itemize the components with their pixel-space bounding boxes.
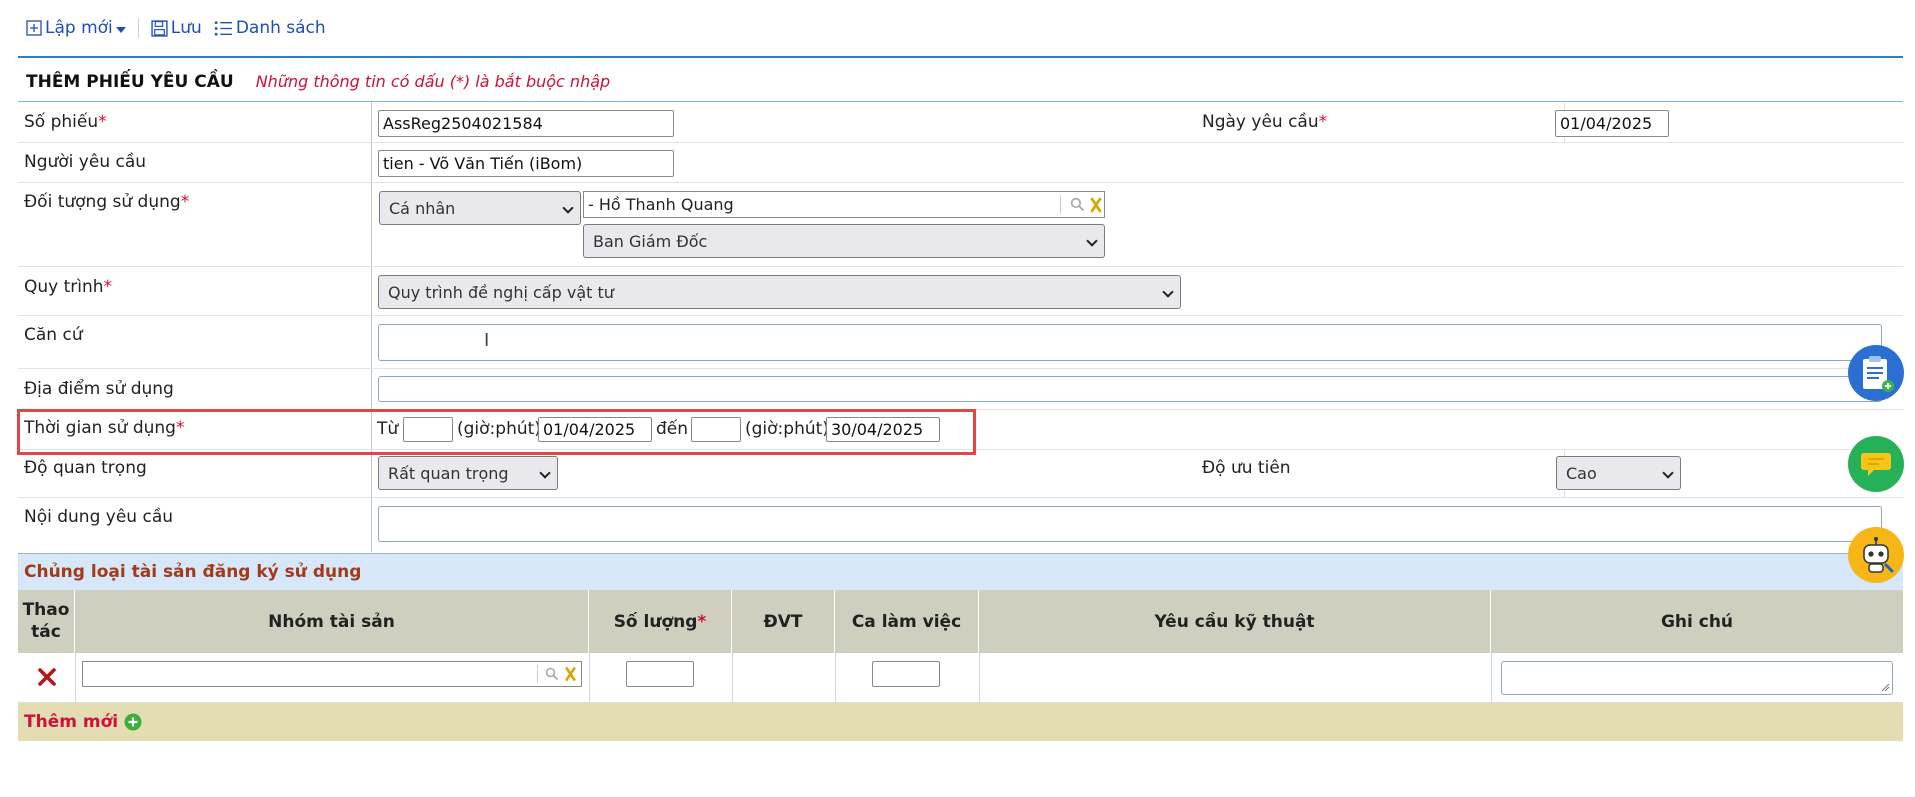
chat-widget[interactable] xyxy=(1848,436,1904,492)
col-qty: Số lượng * xyxy=(589,590,732,653)
save-icon xyxy=(151,19,168,37)
plus-square-icon xyxy=(26,20,42,36)
content-label: Nội dung yêu cầu xyxy=(24,507,174,527)
robot-widget[interactable] xyxy=(1848,527,1904,583)
ticket-no-label: Số phiếu* xyxy=(24,112,107,132)
table-row xyxy=(18,653,1903,703)
form-header: THÊM PHIẾU YÊU CẦU Những thông tin có dấ… xyxy=(18,62,1903,102)
row-process: Quy trình* Quy trình đề nghị cấp vật tư xyxy=(18,267,1903,316)
save-button[interactable]: Lưu xyxy=(151,18,202,38)
person-value: - Hồ Thanh Quang xyxy=(588,195,734,214)
new-button[interactable]: Lập mới xyxy=(26,18,126,38)
col-group: Nhóm tài sản xyxy=(75,590,589,653)
row-user-object: Đối tượng sử dụng* Cá nhân - Hồ Thanh Qu… xyxy=(18,183,1903,267)
col-tech: Yêu cầu kỹ thuật xyxy=(979,590,1491,653)
user-type-select[interactable]: Cá nhân xyxy=(379,191,581,225)
process-select[interactable]: Quy trình đề nghị cấp vật tư xyxy=(378,275,1181,309)
importance-select[interactable]: Rất quan trọng xyxy=(378,456,558,490)
row-requester: Người yêu cầu xyxy=(18,143,1903,183)
department-value: Ban Giám Đốc xyxy=(593,231,708,251)
shift-field[interactable] xyxy=(872,661,940,687)
toolbar: Lập mới Lưu Danh sách xyxy=(26,14,326,42)
robot-icon xyxy=(1863,537,1894,573)
asset-table-header: Thao tác Nhóm tài sản Số lượng * ĐVT Ca l… xyxy=(18,590,1903,653)
save-button-label: Lưu xyxy=(170,18,202,38)
content-field[interactable] xyxy=(378,506,1882,542)
add-row-button[interactable]: Thêm mới xyxy=(18,703,1903,741)
chevron-down-icon xyxy=(1162,286,1174,298)
basis-label: Căn cứ xyxy=(24,325,83,345)
request-date-label: Ngày yêu cầu* xyxy=(1202,112,1328,132)
new-button-label: Lập mới xyxy=(45,18,113,38)
search-icon[interactable] xyxy=(545,667,559,681)
requester-label: Người yêu cầu xyxy=(24,152,147,172)
importance-label: Độ quan trọng xyxy=(24,458,147,478)
basis-field[interactable]: I xyxy=(378,324,1882,361)
chevron-down-icon xyxy=(1662,467,1674,479)
add-circle-icon xyxy=(124,713,142,731)
priority-select[interactable]: Cao xyxy=(1556,456,1681,490)
resize-handle-icon[interactable] xyxy=(1880,682,1890,692)
ticket-no-field[interactable] xyxy=(378,110,674,137)
clear-icon[interactable] xyxy=(564,666,577,682)
quantity-field[interactable] xyxy=(626,661,694,687)
note-field[interactable] xyxy=(1501,661,1893,695)
location-field[interactable] xyxy=(378,376,1882,402)
clipboard-icon xyxy=(1863,356,1894,392)
row-ticket-no: Số phiếu* Ngày yêu cầu* xyxy=(18,103,1903,143)
toolbar-divider-line xyxy=(18,56,1903,58)
asset-section-title: Chủng loại tài sản đăng ký sử dụng xyxy=(18,553,1903,590)
search-icon[interactable] xyxy=(1070,197,1085,212)
row-importance: Độ quan trọng Rất quan trọng Độ ưu tiên … xyxy=(18,450,1903,498)
process-value: Quy trình đề nghị cấp vật tư xyxy=(388,282,614,302)
clipboard-widget[interactable] xyxy=(1848,345,1904,401)
col-note: Ghi chú xyxy=(1660,611,1734,632)
text-cursor-icon: I xyxy=(484,330,490,351)
delete-icon[interactable] xyxy=(37,667,57,687)
priority-value: Cao xyxy=(1566,463,1597,483)
person-lookup[interactable]: - Hồ Thanh Quang xyxy=(583,191,1105,218)
col-unit: ĐVT xyxy=(732,590,835,653)
requester-field[interactable] xyxy=(378,150,674,177)
add-row-label: Thêm mới xyxy=(24,712,119,732)
user-type-value: Cá nhân xyxy=(389,198,456,218)
required-note: Những thông tin có dấu (*) là bắt buộc n… xyxy=(255,72,611,91)
page-title: THÊM PHIẾU YÊU CẦU xyxy=(26,71,234,92)
user-object-label: Đối tượng sử dụng* xyxy=(24,192,190,212)
priority-label: Độ ưu tiên xyxy=(1202,458,1291,478)
importance-value: Rất quan trọng xyxy=(388,463,509,483)
process-label: Quy trình* xyxy=(24,277,113,297)
col-shift: Ca làm việc xyxy=(835,590,979,653)
location-label: Địa điểm sử dụng xyxy=(24,379,174,399)
request-date-field[interactable] xyxy=(1555,110,1669,137)
list-button[interactable]: Danh sách xyxy=(214,18,326,38)
list-button-label: Danh sách xyxy=(235,18,326,38)
list-icon xyxy=(214,20,232,36)
highlight-box xyxy=(17,409,976,455)
chevron-down-icon xyxy=(539,467,551,479)
asset-group-lookup[interactable] xyxy=(82,661,582,687)
chevron-down-icon xyxy=(115,27,126,33)
chat-icon xyxy=(1861,453,1891,476)
row-basis: Căn cứ I xyxy=(18,316,1903,369)
row-location: Địa điểm sử dụng xyxy=(18,369,1903,410)
chevron-down-icon xyxy=(562,202,574,214)
toolbar-divider xyxy=(137,18,139,38)
department-select[interactable]: Ban Giám Đốc xyxy=(583,224,1105,258)
row-content: Nội dung yêu cầu xyxy=(18,498,1903,552)
clear-icon[interactable] xyxy=(1089,197,1103,213)
chevron-down-icon xyxy=(1086,235,1098,247)
col-action: Thao tác xyxy=(18,590,75,653)
